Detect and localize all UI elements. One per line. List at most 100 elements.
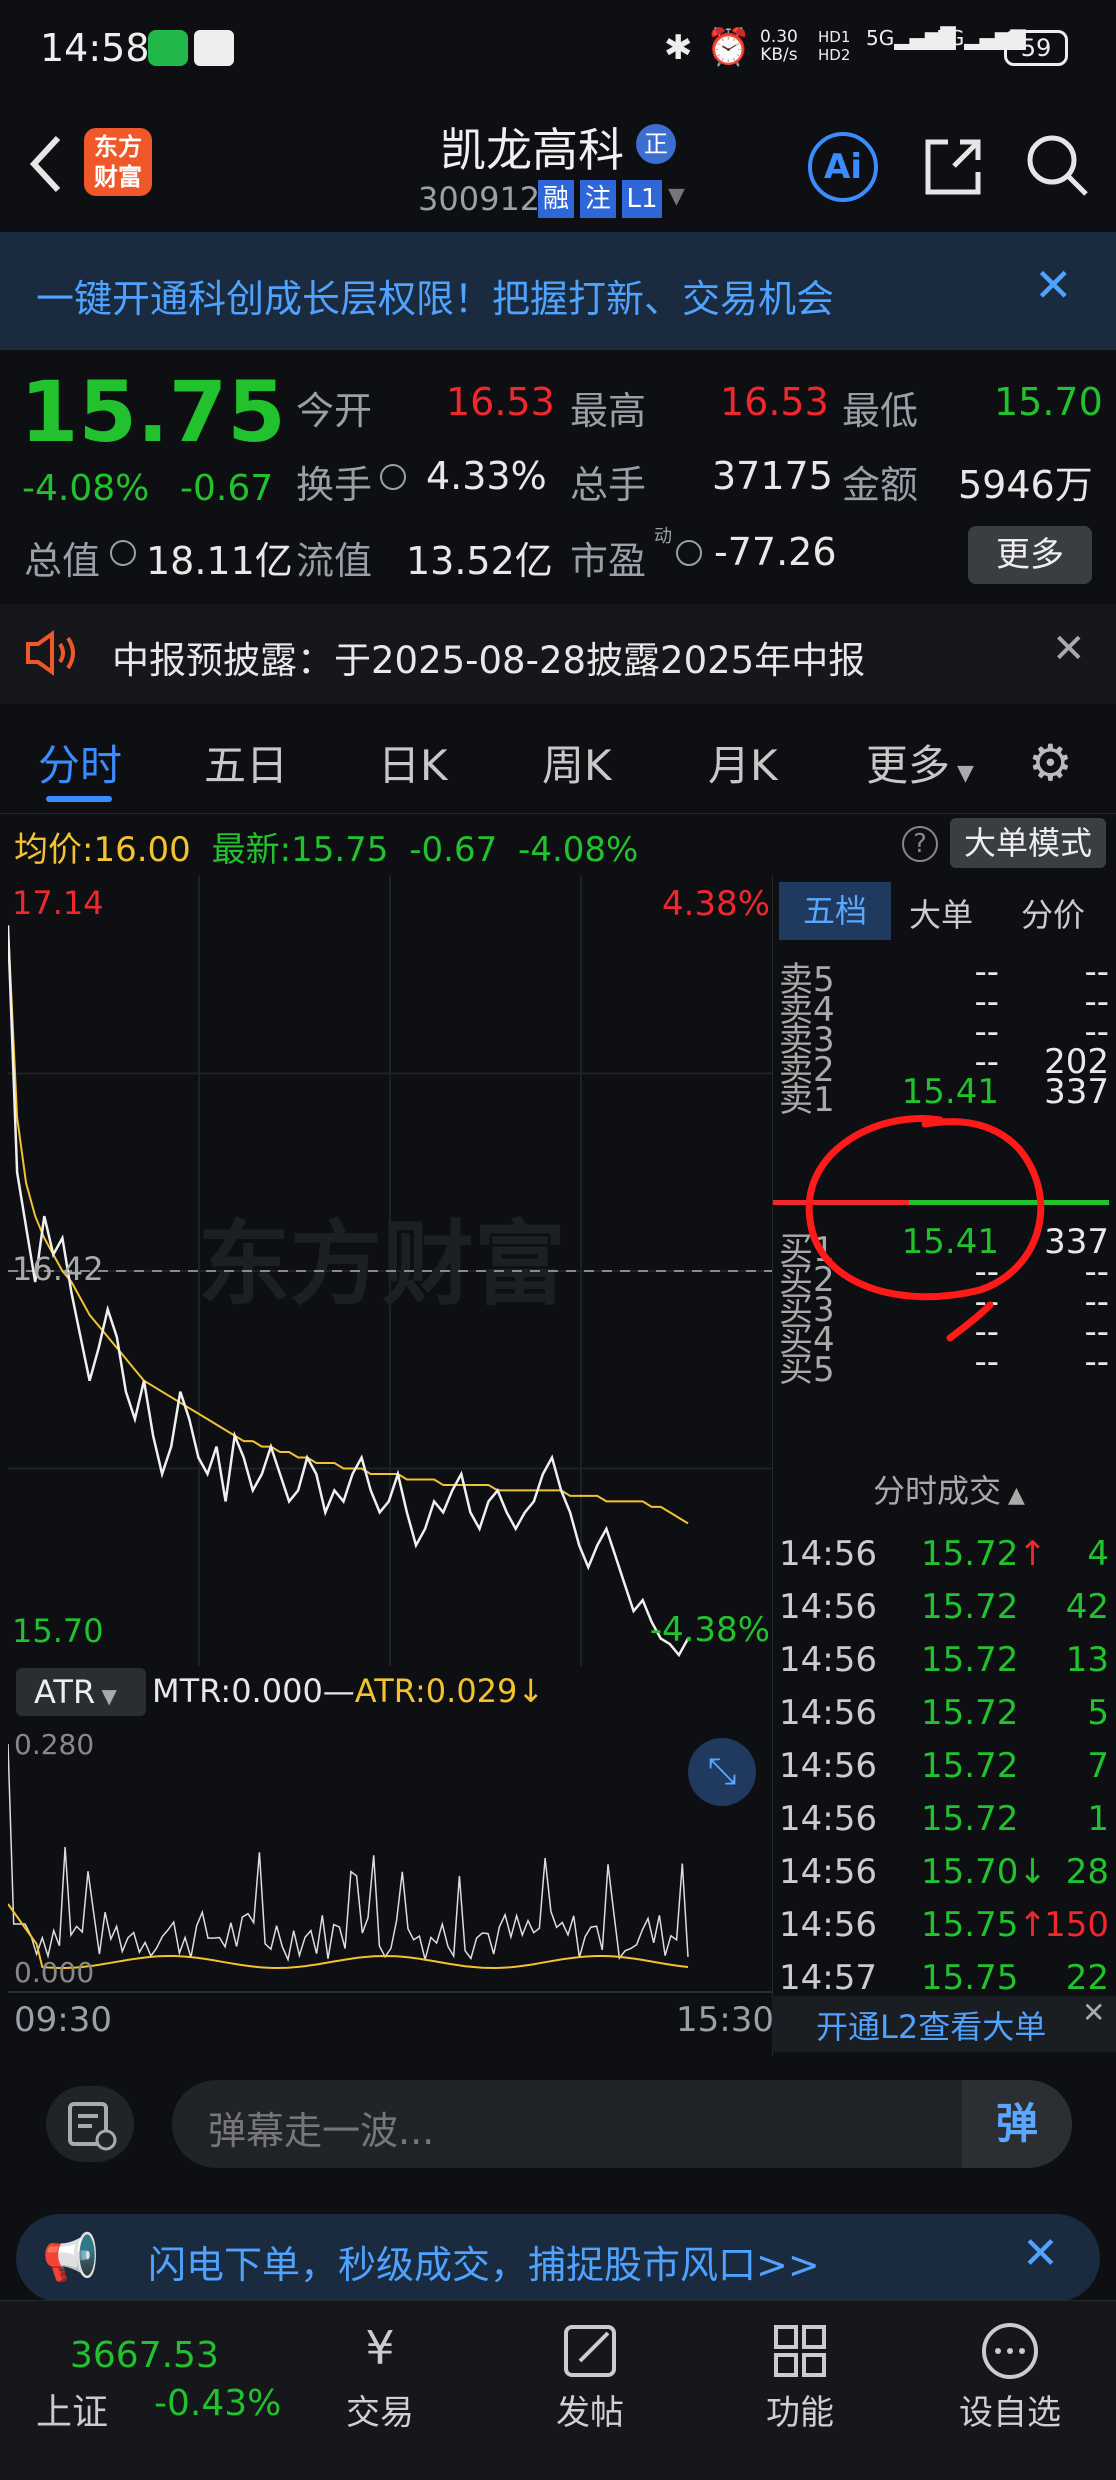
fullscreen-icon[interactable]: ⤡ — [688, 1738, 756, 1806]
close-icon[interactable]: ✕ — [1022, 2228, 1059, 2279]
back-arrow-icon[interactable] — [26, 134, 66, 194]
more-quote-button[interactable]: 更多 — [968, 526, 1092, 584]
price-chart-svg: 东方财富 — [6, 876, 772, 1666]
status-time: 14:58 — [40, 26, 150, 70]
tab-five-day[interactable]: 五日 — [204, 732, 288, 793]
trade-price: 15.72 — [921, 1640, 1019, 1680]
level-price: 15.41 — [901, 1072, 999, 1112]
promo-text[interactable]: 闪电下单，秒级成交，捕捉股市风口>> — [148, 2234, 820, 2289]
chart-tabs: 分时 五日 日K 周K 月K 更多 ▼ ⚙ — [0, 708, 1116, 814]
info-icon[interactable] — [676, 540, 702, 566]
open-label: 今开 — [296, 389, 373, 433]
market-cap-label: 总值 — [24, 539, 101, 583]
bottom-nav: 3667.53 上证 -0.43% ¥ 交易 发帖 功能 设自选 — [0, 2300, 1116, 2480]
nav-post[interactable]: 发帖 — [510, 2321, 670, 2434]
trade-time: 14:56 — [779, 1746, 877, 1786]
trade-time: 14:56 — [779, 1852, 877, 1892]
trade-price: 15.72 — [921, 1746, 1019, 1786]
tab-five-levels[interactable]: 五档 — [779, 882, 891, 940]
trade-volume: 42 — [1065, 1587, 1109, 1627]
info-icon[interactable] — [110, 540, 136, 566]
edit-icon — [510, 2321, 670, 2385]
trade-price: 15.75↑ — [921, 1905, 1047, 1945]
status-bar: 14:58 ✱ ⏰ 0.30 KB/s HD1 HD2 5G▂▄▆█ 5G▂▄▆▇ … — [0, 0, 1116, 100]
ai-assistant-icon[interactable]: Ai — [808, 132, 878, 202]
trade-price: 15.72 — [921, 1693, 1019, 1733]
settings-gear-icon[interactable]: ⚙ — [1028, 734, 1073, 792]
mtr-line — [7, 1743, 689, 1963]
danmu-input[interactable]: 弹幕走一波... 弹 — [172, 2080, 1072, 2168]
intraday-chart[interactable]: 东方财富 17.14 16.42 15.70 4.38% -4.38% — [6, 876, 772, 1666]
tab-daily-k[interactable]: 日K — [378, 732, 448, 793]
hd-indicator: HD1 HD2 — [818, 28, 851, 64]
big-order-mode-button[interactable]: 大单模式 — [950, 818, 1106, 868]
indicator-select[interactable]: ATR ▼ — [16, 1668, 146, 1716]
close-icon[interactable]: ✕ — [1082, 1996, 1105, 2029]
earnings-notice[interactable]: 中报预披露：于2025-08-28披露2025年中报 ✕ — [0, 604, 1116, 704]
float-cap-label: 流值 — [296, 539, 373, 583]
close-icon[interactable]: ✕ — [1052, 626, 1086, 672]
trade-time: 14:56 — [779, 1534, 877, 1574]
nav-set-watchlist[interactable]: 设自选 — [930, 2321, 1090, 2434]
l2-upgrade-bar[interactable]: 开通L2查看大单 ✕ — [772, 1996, 1116, 2052]
tab-monthly-k[interactable]: 月K — [708, 732, 778, 793]
watermark: 东方财富 — [198, 1211, 566, 1318]
index-name[interactable]: 上证 — [36, 2383, 108, 2435]
megaphone-icon: 📢 — [42, 2230, 100, 2284]
search-icon[interactable] — [1024, 132, 1090, 198]
index-change[interactable]: -0.43% — [154, 2383, 281, 2424]
quote-panel: 15.75 -4.08% -0.67 今开 16.53 最高 16.53 最低 … — [0, 350, 1116, 600]
trade-volume: 1 — [1087, 1799, 1109, 1839]
nav-functions[interactable]: 功能 — [720, 2321, 880, 2434]
danmu-send-button[interactable]: 弹 — [962, 2080, 1072, 2168]
tab-price-distribution[interactable]: 分价 — [1021, 890, 1085, 936]
speaker-icon — [24, 630, 82, 676]
x-axis-start: 09:30 — [14, 2000, 112, 2040]
tab-big-order[interactable]: 大单 — [909, 890, 973, 936]
l2-link[interactable]: 开通L2查看大单 — [816, 2002, 1046, 2048]
pe-dynamic-mark: 动 — [654, 526, 672, 547]
level-volume: -- — [1084, 1342, 1109, 1382]
grid-apps-icon — [720, 2321, 880, 2385]
indicator-values: MTR:0.000—ATR:0.029↓ — [152, 1672, 545, 1710]
level-volume: 337 — [1044, 1072, 1109, 1112]
tab-more[interactable]: 更多 ▼ — [866, 732, 974, 793]
active-tab-indicator — [46, 796, 112, 802]
danmu-placeholder: 弹幕走一波... — [208, 2109, 435, 2153]
more-dots-icon — [930, 2321, 1090, 2385]
help-icon[interactable]: ? — [902, 826, 938, 862]
close-icon[interactable]: ✕ — [1034, 258, 1073, 312]
trade-promo-bar[interactable]: 📢 闪电下单，秒级成交，捕捉股市风口>> ✕ — [16, 2214, 1100, 2302]
nav-trade[interactable]: ¥ 交易 — [300, 2321, 460, 2434]
atr-chart[interactable]: 0.280 0.000 ⤡ — [7, 1724, 772, 1994]
market-cap-value: 18.11亿 — [146, 539, 293, 583]
promo-banner[interactable]: 一键开通科创成长层权限！把握打新、交易机会 ✕ — [0, 232, 1116, 350]
volume-label: 总手 — [570, 463, 647, 507]
banner-text[interactable]: 一键开通科创成长层权限！把握打新、交易机会 — [36, 268, 834, 323]
share-icon[interactable] — [920, 134, 986, 200]
danmu-toggle-icon[interactable] — [46, 2086, 134, 2162]
trade-volume: 22 — [1065, 1958, 1109, 1998]
atr-axis-bottom: 0.000 — [14, 1956, 95, 1989]
trade-time: 14:56 — [779, 1640, 877, 1680]
pe-value: -77.26 — [714, 530, 837, 574]
y-axis-bottom-label: 15.70 — [12, 1612, 104, 1650]
tab-weekly-k[interactable]: 周K — [542, 732, 612, 793]
trade-time: 14:57 — [779, 1958, 877, 1998]
trade-time: 14:56 — [779, 1799, 877, 1839]
atr-axis-top: 0.280 — [14, 1728, 95, 1761]
info-icon[interactable] — [380, 464, 406, 490]
registration-badge: 正 — [636, 124, 676, 164]
eastmoney-logo: 东方 财富 — [84, 128, 152, 196]
trade-time: 14:56 — [779, 1905, 877, 1945]
index-value[interactable]: 3667.53 — [70, 2335, 219, 2376]
trade-volume: 13 — [1065, 1640, 1109, 1680]
volume-value: 37175 — [712, 454, 833, 498]
amount-value: 5946万 — [958, 463, 1093, 507]
change-percent: -4.08% — [22, 468, 150, 509]
trade-volume: 7 — [1087, 1746, 1109, 1786]
chevron-down-icon[interactable]: ▼ — [668, 184, 685, 209]
trades-title[interactable]: 分时成交 ▲ — [873, 1466, 1025, 1512]
red-circle-annotation — [805, 1115, 1045, 1342]
tab-intraday[interactable]: 分时 — [38, 732, 122, 793]
